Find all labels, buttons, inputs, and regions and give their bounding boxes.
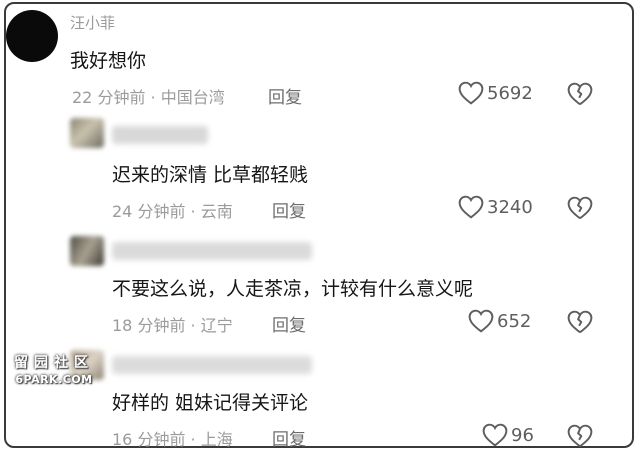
site-watermark: 留园社区 6PARK.COM	[12, 352, 96, 386]
watermark-line1: 留园社区	[14, 355, 94, 371]
like-button[interactable]: 5692	[458, 81, 533, 105]
heart-outline-icon	[458, 81, 484, 105]
comment-username[interactable]: 汪小菲	[70, 12, 115, 33]
broken-heart-icon[interactable]	[567, 82, 593, 106]
like-count: 5692	[487, 82, 533, 104]
comment-time-location: 24 分钟前 · 云南	[112, 202, 233, 221]
comment-time-location: 18 分钟前 · 辽宁	[112, 316, 233, 335]
heart-outline-icon	[458, 195, 484, 219]
heart-outline-icon	[468, 309, 494, 333]
like-count: 652	[497, 310, 532, 332]
reply-button[interactable]: 回复	[272, 311, 306, 336]
reply-button[interactable]: 回复	[272, 197, 306, 222]
reply-button[interactable]: 回复	[268, 83, 302, 108]
heart-outline-icon	[482, 423, 508, 447]
avatar[interactable]	[70, 236, 104, 266]
comment-username-blurred[interactable]	[112, 356, 312, 374]
comment-time-location: 16 分钟前 · 上海	[112, 430, 233, 449]
like-count: 96	[511, 424, 534, 446]
comment-time-location: 22 分钟前 · 中国台湾	[72, 88, 225, 107]
comment-text: 不要这么说，人走茶凉，计较有什么意义呢	[112, 278, 474, 300]
broken-heart-icon[interactable]	[567, 424, 593, 448]
comment-text: 迟来的深情 比草都轻贱	[112, 164, 309, 186]
avatar[interactable]	[6, 10, 58, 62]
comment-username-blurred[interactable]	[112, 126, 208, 144]
watermark-line2: 6PARK.COM	[15, 373, 93, 386]
broken-heart-icon[interactable]	[567, 310, 593, 334]
like-button[interactable]: 3240	[458, 195, 533, 219]
comment-username-blurred[interactable]	[112, 242, 312, 260]
like-button[interactable]: 652	[468, 309, 531, 333]
reply-button[interactable]: 回复	[272, 425, 306, 450]
avatar[interactable]	[70, 118, 104, 148]
comment-text: 好样的 姐妹记得关评论	[112, 392, 309, 414]
like-button[interactable]: 96	[482, 423, 534, 447]
broken-heart-icon[interactable]	[567, 196, 593, 220]
like-count: 3240	[487, 196, 533, 218]
comment-text: 我好想你	[70, 50, 147, 72]
